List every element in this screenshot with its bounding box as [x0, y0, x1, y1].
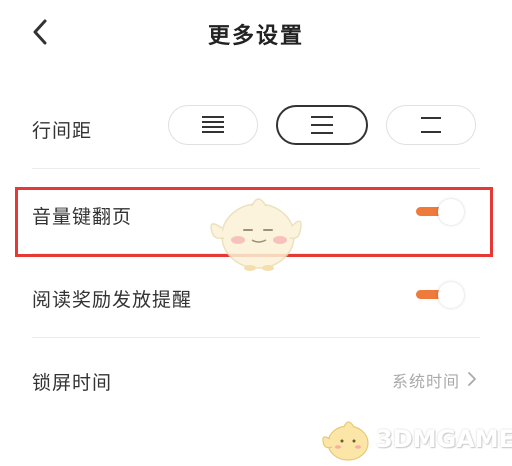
- divider: [32, 337, 480, 338]
- watermark: 3DMGAME: [318, 415, 512, 465]
- spacing-medium-button[interactable]: [276, 105, 368, 145]
- lock-screen-time-label: 锁屏时间: [32, 372, 113, 394]
- nav-bar: 更多设置: [0, 0, 512, 70]
- spacing-loose-icon: [421, 117, 441, 133]
- page-title: 更多设置: [207, 24, 304, 49]
- lock-screen-time-value[interactable]: 系统时间: [392, 368, 460, 392]
- spacing-loose-button[interactable]: [386, 105, 476, 145]
- reading-reward-reminder-toggle[interactable]: [414, 282, 470, 308]
- mascot-watermark-icon: [210, 198, 302, 271]
- watermark-text: 3DMGAME: [376, 425, 512, 453]
- line-spacing-label: 行间距: [32, 120, 93, 142]
- divider: [32, 168, 480, 169]
- watermark-mascot-icon: [322, 421, 369, 461]
- spacing-tight-icon: [202, 116, 224, 133]
- reading-reward-reminder-label: 阅读奖励发放提醒: [32, 289, 193, 311]
- toggle-knob: [438, 282, 464, 308]
- spacing-tight-button[interactable]: [168, 105, 258, 145]
- chevron-right-icon[interactable]: [465, 369, 479, 389]
- settings-page: 更多设置 行间距 音量键翻页 阅读奖励发放提醒 锁屏时间 系统时间 3DMGAM…: [0, 0, 512, 466]
- spacing-medium-icon: [311, 116, 333, 134]
